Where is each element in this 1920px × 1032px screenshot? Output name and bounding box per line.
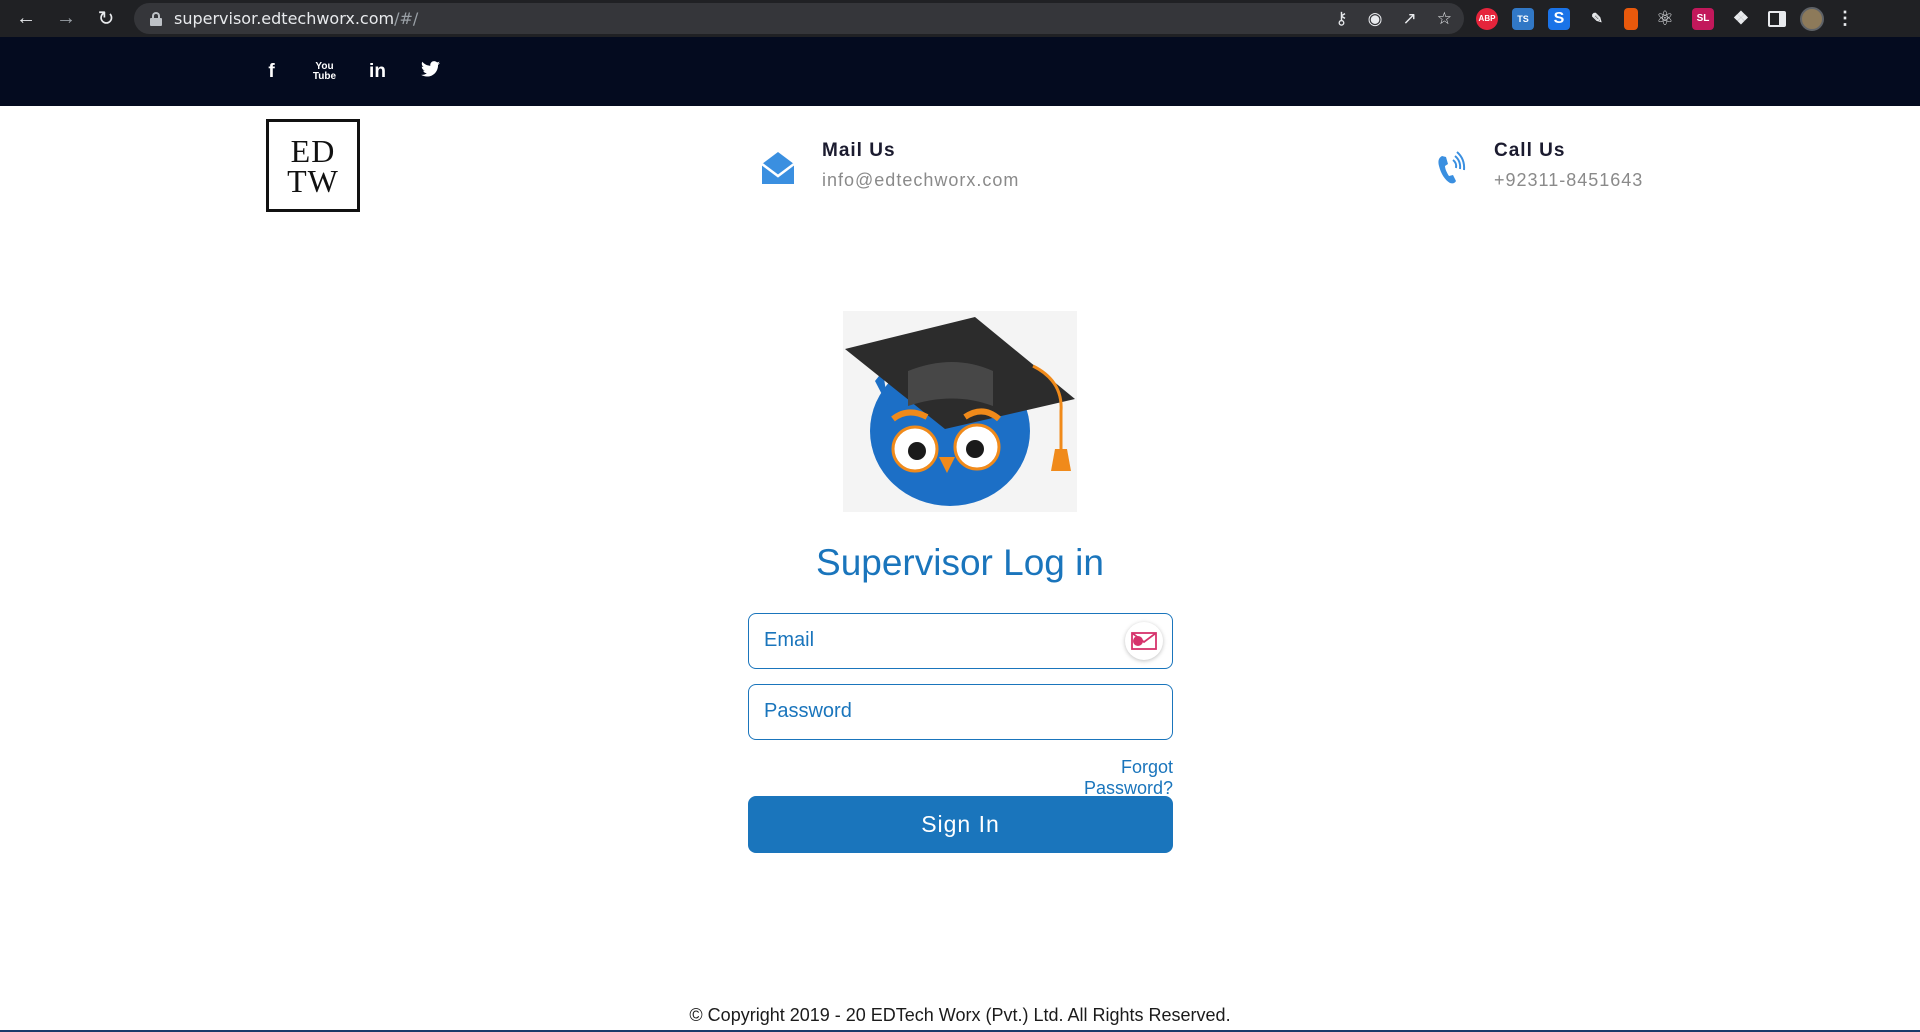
s-extension-icon[interactable]: S — [1548, 7, 1570, 30]
key-icon[interactable]: ⚷ — [1335, 9, 1347, 29]
orange-extension-icon[interactable] — [1624, 7, 1638, 30]
envelope-open-icon — [758, 148, 798, 188]
browser-toolbar: ← → ↻ supervisor.edtechworx.com/#/ ⚷ ◉ ↗… — [0, 0, 1920, 37]
sign-in-button[interactable]: Sign In — [748, 796, 1173, 853]
social-bar: f You Tube in — [0, 37, 1920, 106]
react-devtools-icon[interactable]: ⚛ — [1652, 8, 1678, 30]
forward-icon[interactable]: → — [46, 0, 86, 37]
mail-label: Mail Us — [822, 140, 896, 161]
call-value[interactable]: +92311-8451643 — [1494, 170, 1643, 191]
share-icon[interactable]: ↗ — [1403, 9, 1417, 29]
copyright-text: © Copyright 2019 - 20 EDTech Worx (Pvt.)… — [689, 1005, 1231, 1025]
lock-icon — [150, 11, 162, 26]
youtube-icon[interactable]: You Tube — [311, 61, 338, 82]
mail-value[interactable]: info@edtechworx.com — [822, 170, 1019, 191]
owl-graduation-mascot — [843, 311, 1077, 512]
profile-avatar[interactable] — [1800, 6, 1824, 31]
eye-off-icon[interactable]: ◉ — [1368, 9, 1383, 29]
edtw-logo[interactable]: ED TW — [266, 119, 360, 212]
linkedin-icon[interactable]: in — [364, 61, 391, 83]
forgot-password-link[interactable]: Forgot Password? — [1030, 757, 1173, 799]
facebook-icon[interactable]: f — [258, 61, 285, 83]
mail-contact: Mail Us info@edtechworx.com — [758, 140, 1019, 191]
sl-extension-icon[interactable]: SL — [1692, 7, 1714, 30]
call-contact: Call Us +92311-8451643 — [1430, 140, 1643, 191]
twitter-icon[interactable] — [417, 60, 444, 83]
login-title: Supervisor Log in — [816, 542, 1104, 583]
extensions-puzzle-icon[interactable]: ❖ — [1728, 8, 1754, 30]
address-bar[interactable]: supervisor.edtechworx.com/#/ ⚷ ◉ ↗ ☆ — [134, 3, 1464, 34]
reload-icon[interactable]: ↻ — [86, 0, 126, 37]
email-autofill-icon[interactable] — [1125, 622, 1163, 660]
url-text[interactable]: supervisor.edtechworx.com/#/ — [174, 9, 418, 28]
back-icon[interactable]: ← — [6, 0, 46, 37]
pen-extension-icon[interactable]: ✎ — [1584, 8, 1610, 30]
logo-line-2: TW — [287, 162, 339, 199]
star-icon[interactable]: ☆ — [1437, 9, 1452, 29]
adblock-extension-icon[interactable]: ABP — [1476, 7, 1498, 30]
kebab-menu-icon[interactable]: ⋮ — [1836, 8, 1854, 30]
side-panel-icon[interactable] — [1768, 10, 1786, 27]
password-field-wrapper — [748, 684, 1173, 740]
email-field-wrapper — [748, 613, 1173, 669]
email-input[interactable] — [749, 614, 1109, 667]
logo-line-1: ED — [290, 132, 336, 169]
phone-icon — [1430, 148, 1470, 188]
call-label: Call Us — [1494, 140, 1566, 161]
password-input[interactable] — [749, 685, 1109, 738]
typescript-extension-icon[interactable]: TS — [1512, 7, 1534, 30]
